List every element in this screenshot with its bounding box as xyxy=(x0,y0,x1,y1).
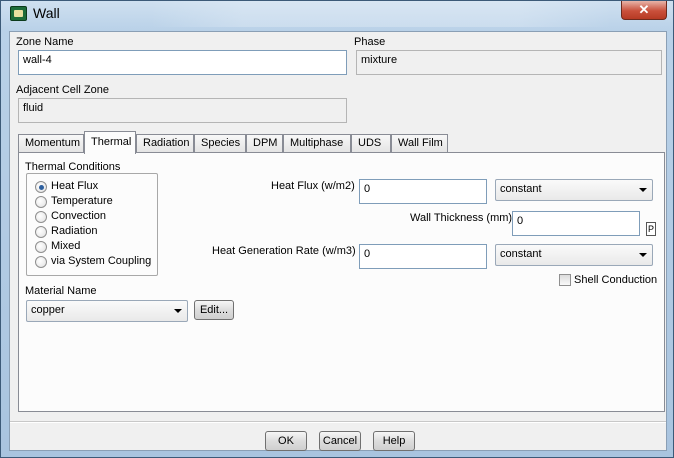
zone-name-input[interactable]: wall-4 xyxy=(18,50,347,75)
heat-generation-rate-input[interactable]: 0 xyxy=(359,244,487,269)
wall-dialog: Wall ✕ Zone Name wall-4 Phase mixture Ad… xyxy=(0,0,674,458)
dropdown-value: constant xyxy=(500,248,542,260)
dropdown-value: constant xyxy=(500,183,542,195)
tab-wall-film[interactable]: Wall Film xyxy=(391,134,448,153)
heat-generation-rate-label: Heat Generation Rate (w/m3) xyxy=(212,245,356,257)
chevron-down-icon xyxy=(174,309,182,313)
window-title: Wall xyxy=(33,5,60,21)
radio-label: Convection xyxy=(51,210,107,222)
radio-label: Radiation xyxy=(51,225,98,237)
tab-thermal[interactable]: Thermal xyxy=(84,131,136,154)
wall-thickness-label: Wall Thickness (mm) xyxy=(410,212,513,224)
thermal-tab-panel: Thermal Conditions Heat Flux Temperature… xyxy=(18,152,665,412)
wall-thickness-input[interactable]: 0 xyxy=(512,211,640,236)
shell-conduction-label: Shell Conduction xyxy=(574,274,658,286)
dialog-body: Zone Name wall-4 Phase mixture Adjacent … xyxy=(9,31,667,451)
zone-name-label: Zone Name xyxy=(16,36,74,48)
heat-flux-input[interactable]: 0 xyxy=(359,179,487,204)
button-separator xyxy=(10,421,666,423)
tab-momentum[interactable]: Momentum xyxy=(18,134,84,153)
background-window-ghost xyxy=(151,1,611,27)
heat-flux-method-dropdown[interactable]: constant xyxy=(495,179,653,201)
radio-label: Temperature xyxy=(51,195,113,207)
radio-button[interactable] xyxy=(35,226,47,238)
chevron-down-icon xyxy=(639,253,647,257)
shell-conduction-checkbox[interactable] xyxy=(559,274,571,286)
tab-dpm[interactable]: DPM xyxy=(246,134,283,153)
radio-button[interactable] xyxy=(35,196,47,208)
tab-radiation[interactable]: Radiation xyxy=(136,134,194,153)
tab-uds[interactable]: UDS xyxy=(351,134,391,153)
radio-button[interactable] xyxy=(35,256,47,268)
heat-flux-label: Heat Flux (w/m2) xyxy=(271,180,355,192)
material-name-label: Material Name xyxy=(25,285,97,297)
edit-material-button[interactable]: Edit... xyxy=(194,300,234,320)
close-button[interactable]: ✕ xyxy=(621,1,667,20)
chevron-down-icon xyxy=(639,188,647,192)
radio-button[interactable] xyxy=(35,241,47,253)
adjacent-cell-zone-field: fluid xyxy=(18,98,347,123)
radio-label: Heat Flux xyxy=(51,180,99,192)
radio-button[interactable] xyxy=(35,211,47,223)
adjacent-cell-zone-label: Adjacent Cell Zone xyxy=(16,84,109,96)
tab-multiphase[interactable]: Multiphase xyxy=(283,134,351,153)
thermal-conditions-group: Heat Flux Temperature Convection Radiati… xyxy=(26,173,158,276)
phase-field: mixture xyxy=(356,50,662,75)
dropdown-value: copper xyxy=(31,304,65,316)
radio-button-selected[interactable] xyxy=(35,181,47,193)
thermal-conditions-label: Thermal Conditions xyxy=(25,161,121,173)
phase-label: Phase xyxy=(354,36,386,48)
heat-generation-method-dropdown[interactable]: constant xyxy=(495,244,653,266)
title-bar[interactable]: Wall ✕ xyxy=(1,1,673,27)
material-name-dropdown[interactable]: copper xyxy=(26,300,188,322)
fluent-app-icon xyxy=(10,6,27,21)
ok-button[interactable]: OK xyxy=(265,431,307,451)
tab-species[interactable]: Species xyxy=(194,134,246,153)
radio-label: via System Coupling xyxy=(51,255,152,267)
help-button[interactable]: Help xyxy=(373,431,415,451)
parameter-button[interactable]: P xyxy=(646,222,656,236)
cancel-button[interactable]: Cancel xyxy=(319,431,361,451)
radio-label: Mixed xyxy=(51,240,81,252)
